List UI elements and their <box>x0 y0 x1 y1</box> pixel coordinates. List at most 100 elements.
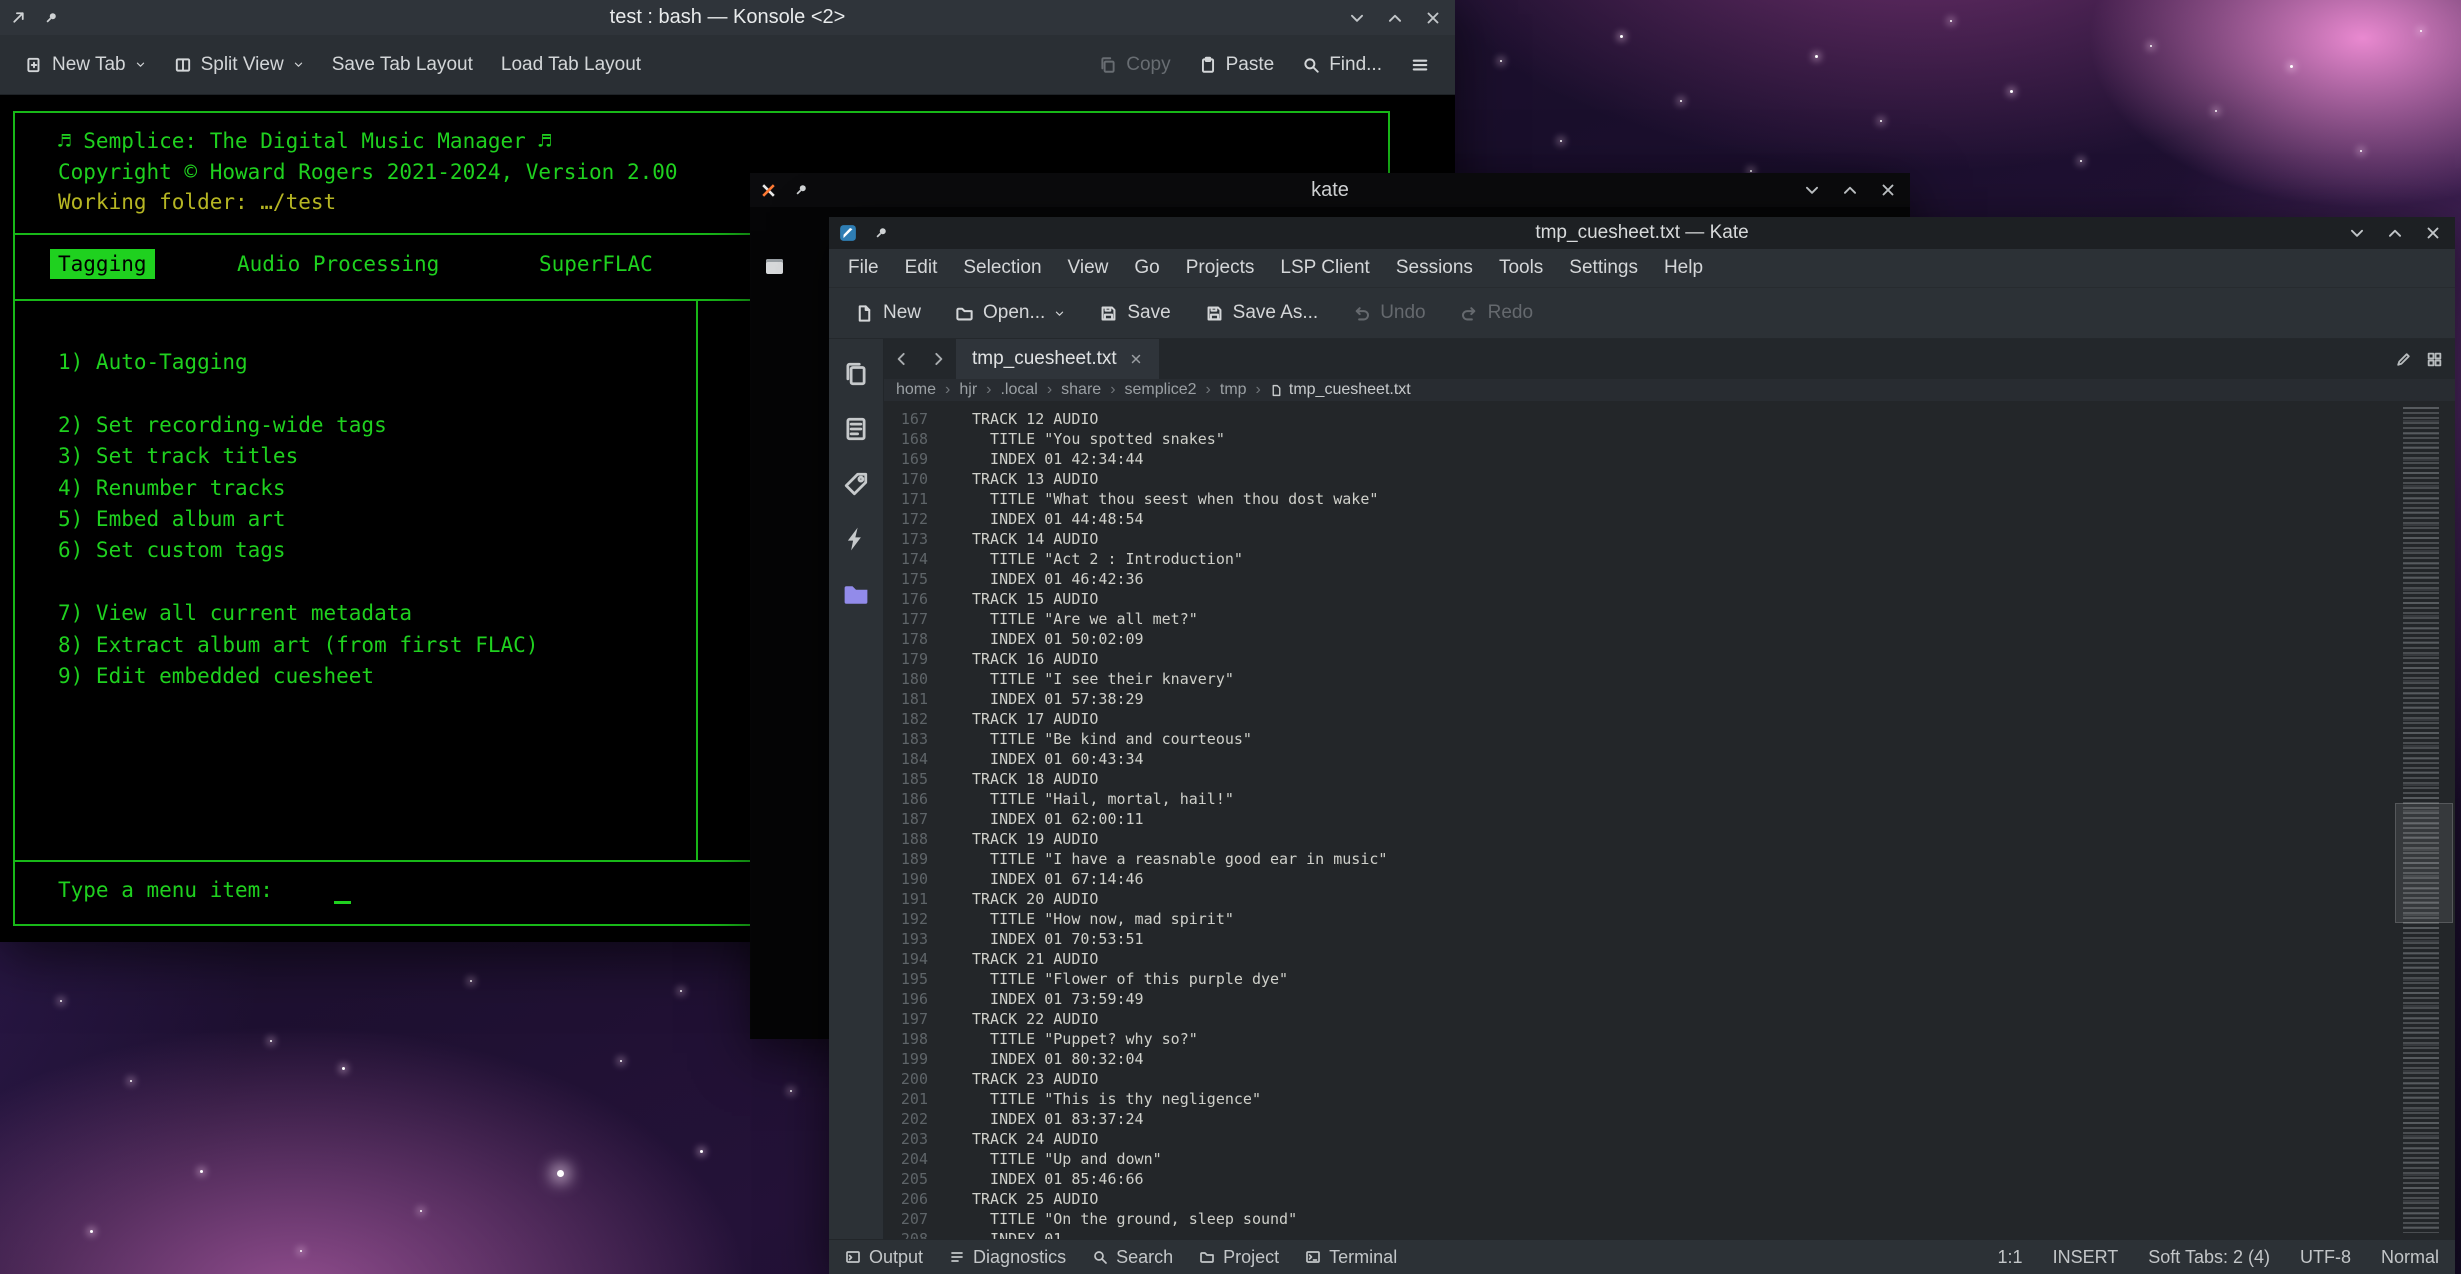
encoding[interactable]: UTF-8 <box>2300 1247 2351 1268</box>
save-tab-layout-button[interactable]: Save Tab Layout <box>321 47 484 83</box>
tab-close-icon[interactable] <box>1129 352 1143 366</box>
menubar-item[interactable]: View <box>1055 257 1122 279</box>
editor-line: 199 INDEX 01 80:32:04 <box>884 1049 2393 1069</box>
menubar-item[interactable]: Edit <box>892 257 951 279</box>
editor[interactable]: 167 TRACK 12 AUDIO 168 TITLE "You spotte… <box>884 401 2393 1239</box>
minimap-viewport[interactable] <box>2395 803 2453 922</box>
maximize-button[interactable] <box>2381 220 2409 246</box>
tui-border <box>696 299 698 860</box>
editor-line: 185 TRACK 18 AUDIO <box>884 769 2393 789</box>
kate-titlebar[interactable]: tmp_cuesheet.txt — Kate <box>829 217 2455 249</box>
breadcrumb-item[interactable]: share <box>1061 381 1101 399</box>
line-number: 196 <box>884 989 946 1009</box>
menubar-item[interactable]: File <box>835 257 892 279</box>
paste-button[interactable]: Paste <box>1188 47 1286 83</box>
breadcrumb-separator: › <box>945 381 950 399</box>
line-number: 205 <box>884 1169 946 1189</box>
hamburger-menu-button[interactable] <box>1399 48 1441 82</box>
line-number: 206 <box>884 1189 946 1209</box>
folder-icon[interactable] <box>842 581 870 609</box>
breadcrumb-item[interactable]: .local <box>1000 381 1037 399</box>
split-view-button[interactable]: Split View <box>163 47 315 83</box>
new-tab-button[interactable]: New Tab <box>14 47 157 83</box>
maximize-button[interactable] <box>1836 177 1864 203</box>
line-number: 167 <box>884 409 946 429</box>
breadcrumb-separator: › <box>986 381 991 399</box>
new-button[interactable]: New <box>845 296 931 330</box>
menubar-item[interactable]: Sessions <box>1383 257 1486 279</box>
output-button[interactable]: Output <box>845 1247 923 1268</box>
undo-button[interactable]: Undo <box>1342 296 1435 330</box>
pen-icon[interactable] <box>2395 351 2412 368</box>
close-button[interactable] <box>2419 220 2447 246</box>
menubar-item[interactable]: Tools <box>1486 257 1556 279</box>
line-text: INDEX 01 60:43:34 <box>972 749 1144 769</box>
menubar-item[interactable]: Go <box>1121 257 1172 279</box>
tab-next-button[interactable] <box>920 339 956 379</box>
editor-line: 194 TRACK 21 AUDIO <box>884 949 2393 969</box>
copy-button[interactable]: Copy <box>1088 47 1181 83</box>
line-number: 192 <box>884 909 946 929</box>
line-number: 185 <box>884 769 946 789</box>
breadcrumb-item[interactable]: tmp <box>1220 381 1247 399</box>
save-button[interactable]: Save <box>1089 296 1180 330</box>
minimize-button[interactable] <box>1798 177 1826 203</box>
project-button[interactable]: Project <box>1199 1247 1279 1268</box>
breadcrumb-item[interactable]: home <box>896 381 936 399</box>
tab-prev-button[interactable] <box>884 339 920 379</box>
kate-host-titlebar[interactable]: kate <box>750 173 1910 207</box>
line-text: TITLE "Act 2 : Introduction" <box>972 549 1243 569</box>
project-icon <box>1199 1249 1215 1265</box>
close-button[interactable] <box>1419 5 1447 31</box>
documents-icon[interactable] <box>843 361 869 387</box>
save-as-icon <box>1205 304 1224 323</box>
hamburger-icon <box>1410 55 1430 75</box>
line-text: TITLE "You spotted snakes" <box>972 429 1225 449</box>
menubar-item[interactable]: Projects <box>1173 257 1268 279</box>
soft-tabs[interactable]: Soft Tabs: 2 (4) <box>2148 1247 2270 1268</box>
line-text: TITLE "Flower of this purple dye" <box>972 969 1288 989</box>
copy-icon <box>1099 56 1117 74</box>
mode[interactable]: Normal <box>2381 1247 2439 1268</box>
breadcrumb-file[interactable]: tmp_cuesheet.txt <box>1270 381 1411 399</box>
banner-copyright: Copyright © Howard Rogers 2021-2024, Ver… <box>58 160 678 184</box>
line-number: 189 <box>884 849 946 869</box>
minimap[interactable] <box>2393 401 2455 1239</box>
breadcrumb-item[interactable]: semplice2 <box>1125 381 1197 399</box>
terminal-cursor <box>334 901 351 904</box>
grid-icon[interactable] <box>2426 351 2443 368</box>
breadcrumb-item[interactable]: hjr <box>959 381 977 399</box>
konsole-titlebar[interactable]: test : bash — Konsole <2> <box>0 0 1455 35</box>
close-button[interactable] <box>1874 177 1902 203</box>
editor-line: 187 INDEX 01 62:00:11 <box>884 809 2393 829</box>
line-number: 203 <box>884 1129 946 1149</box>
breadcrumb-separator: › <box>1110 381 1115 399</box>
line-text: INDEX 01 73:59:49 <box>972 989 1144 1009</box>
file-list-icon[interactable] <box>843 416 869 442</box>
menubar-item[interactable]: Settings <box>1556 257 1651 279</box>
menubar-item[interactable]: Help <box>1651 257 1716 279</box>
line-number: 208 <box>884 1229 946 1239</box>
insert-mode[interactable]: INSERT <box>2053 1247 2119 1268</box>
save-as-button[interactable]: Save As... <box>1195 296 1329 330</box>
cursor-position[interactable]: 1:1 <box>1998 1247 2023 1268</box>
line-number: 186 <box>884 789 946 809</box>
terminal-button[interactable]: Terminal <box>1305 1247 1397 1268</box>
find-button[interactable]: Find... <box>1291 47 1393 83</box>
redo-button[interactable]: Redo <box>1450 296 1543 330</box>
minimize-button[interactable] <box>1343 5 1371 31</box>
open-button[interactable]: Open... <box>945 296 1075 330</box>
tab-tmp-cuesheet[interactable]: tmp_cuesheet.txt <box>956 339 1159 379</box>
tui-tab-audio-processing: Audio Processing <box>237 252 439 276</box>
menubar-item[interactable]: LSP Client <box>1267 257 1382 279</box>
line-number: 202 <box>884 1109 946 1129</box>
tui-menu-item <box>58 567 538 598</box>
menubar-item[interactable]: Selection <box>950 257 1054 279</box>
tag-icon[interactable] <box>843 471 869 497</box>
maximize-button[interactable] <box>1381 5 1409 31</box>
lightning-icon[interactable] <box>843 526 869 552</box>
load-tab-layout-button[interactable]: Load Tab Layout <box>490 47 652 83</box>
search-button[interactable]: Search <box>1092 1247 1173 1268</box>
minimize-button[interactable] <box>2343 220 2371 246</box>
diagnostics-button[interactable]: Diagnostics <box>949 1247 1066 1268</box>
